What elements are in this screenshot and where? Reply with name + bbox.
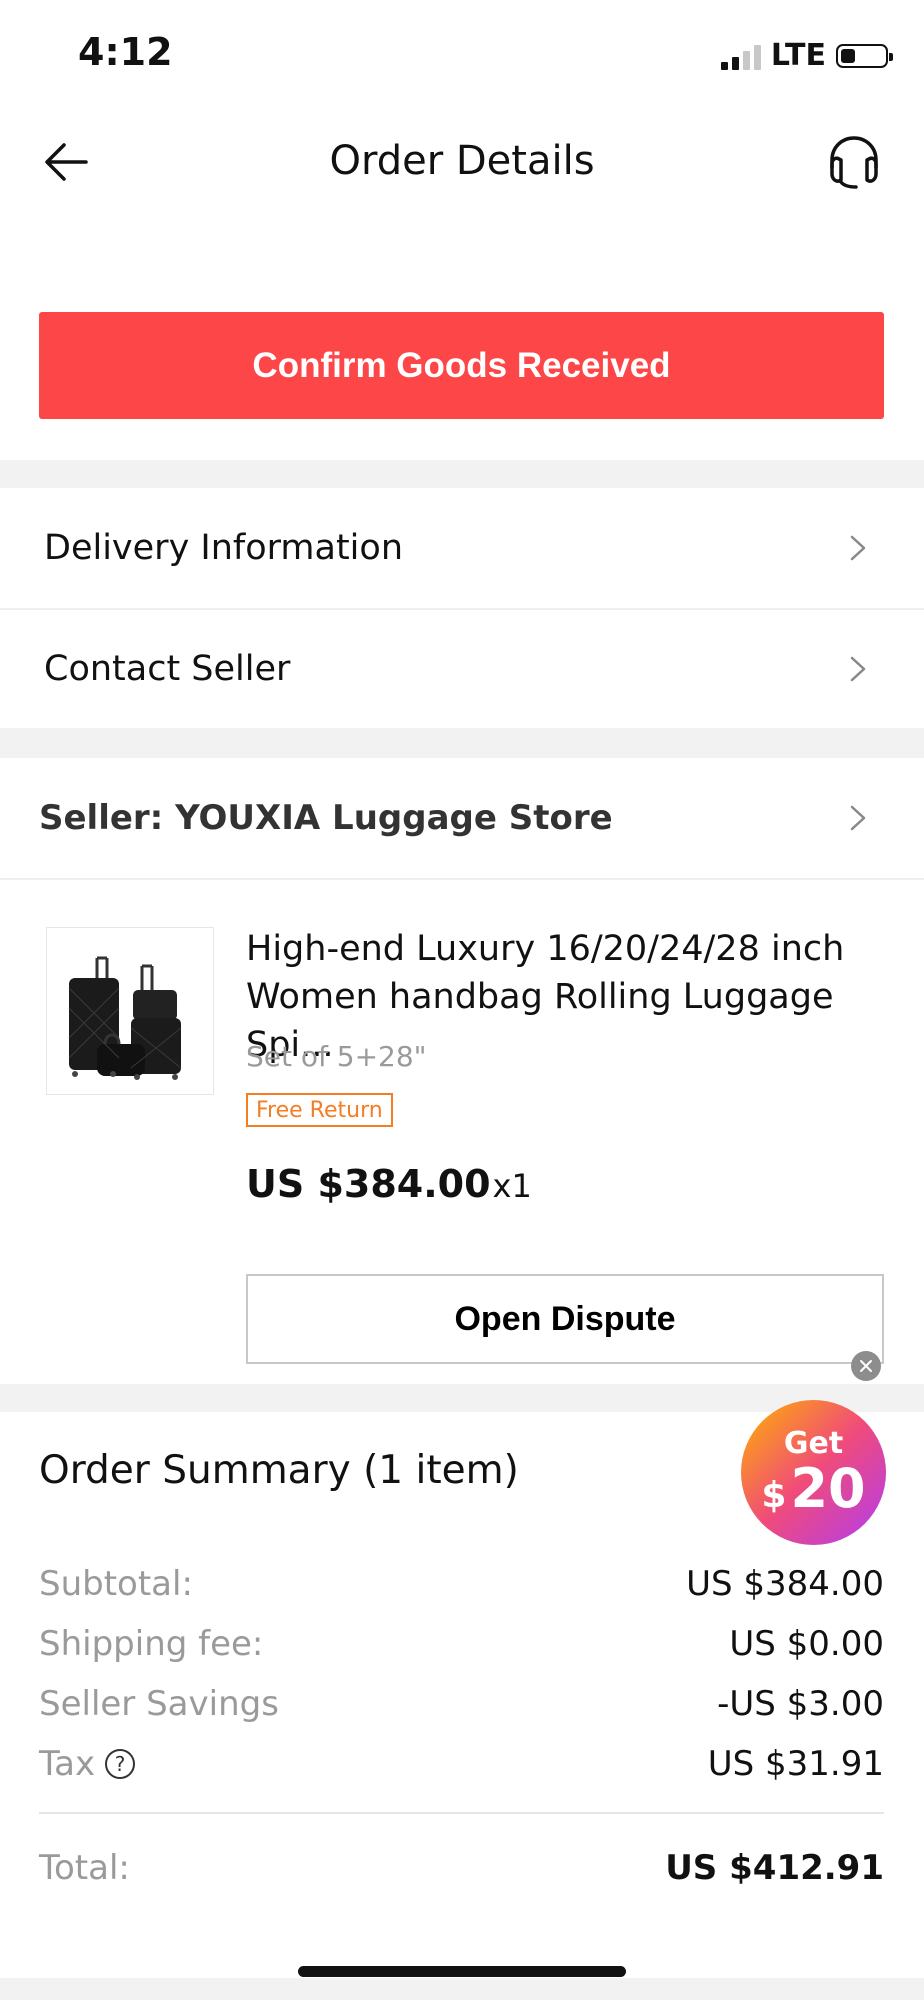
total-value: US $412.91 <box>665 1848 884 1888</box>
chevron-right-icon <box>850 805 866 831</box>
row-divider <box>0 878 924 880</box>
product-sku: Set of 5+28" <box>246 1040 427 1073</box>
section-separator <box>0 460 924 488</box>
product-price-line: US $384.00 x1 <box>246 1162 532 1206</box>
contact-seller-label: Contact Seller <box>44 649 291 689</box>
shipping-fee-label: Shipping fee: <box>39 1624 264 1664</box>
promo-close-button[interactable] <box>851 1351 881 1381</box>
shipping-fee-value: US $0.00 <box>729 1624 884 1664</box>
seller-savings-label: Seller Savings <box>39 1684 279 1724</box>
seller-savings-row: Seller Savings -US $3.00 <box>39 1680 884 1728</box>
delivery-information-row[interactable]: Delivery Information <box>0 488 924 608</box>
tax-value: US $31.91 <box>707 1744 884 1784</box>
subtotal-row: Subtotal: US $384.00 <box>39 1560 884 1608</box>
promo-amount: $ 20 <box>761 1457 865 1520</box>
page-title: Order Details <box>329 138 595 184</box>
open-dispute-button[interactable]: Open Dispute <box>246 1274 884 1364</box>
contact-seller-row[interactable]: Contact Seller <box>0 610 924 728</box>
home-indicator[interactable] <box>298 1966 626 1977</box>
tax-row: Tax ? US $31.91 <box>39 1740 884 1788</box>
promo-get-label: Get <box>783 1425 844 1461</box>
help-icon[interactable]: ? <box>105 1749 136 1779</box>
tax-label-group: Tax ? <box>39 1744 136 1784</box>
signal-icon <box>720 42 761 70</box>
luggage-image <box>47 928 213 1094</box>
delivery-information-label: Delivery Information <box>44 528 404 568</box>
order-summary-title: Order Summary (1 item) <box>39 1448 519 1493</box>
promo-currency: $ <box>761 1474 787 1516</box>
status-indicators: LTE <box>720 38 893 73</box>
summary-divider <box>39 1812 884 1814</box>
product-price: US $384.00 <box>246 1162 491 1206</box>
battery-icon <box>836 43 893 68</box>
network-label: LTE <box>770 38 826 73</box>
shipping-fee-row: Shipping fee: US $0.00 <box>39 1620 884 1668</box>
headset-icon <box>830 136 878 189</box>
free-return-badge: Free Return <box>246 1093 393 1127</box>
total-row: Total: US $412.91 <box>39 1842 884 1894</box>
bottom-separator <box>0 1978 924 2000</box>
chevron-right-icon <box>850 535 866 561</box>
customer-service-button[interactable] <box>822 130 886 194</box>
subtotal-label: Subtotal: <box>39 1564 193 1604</box>
coupon-promo-bubble[interactable]: Get $ 20 <box>741 1400 886 1545</box>
seller-name: Seller: YOUXIA Luggage Store <box>39 798 613 838</box>
status-time: 4:12 <box>78 30 173 74</box>
product-image[interactable] <box>46 927 214 1095</box>
tax-label: Tax <box>39 1744 96 1784</box>
promo-value: 20 <box>790 1456 866 1520</box>
chevron-right-icon <box>850 656 866 682</box>
seller-row[interactable]: Seller: YOUXIA Luggage Store <box>0 758 924 878</box>
close-icon <box>860 1360 872 1372</box>
total-label: Total: <box>39 1848 130 1888</box>
section-separator <box>0 728 924 758</box>
product-quantity: x1 <box>492 1167 532 1205</box>
confirm-goods-received-button[interactable]: Confirm Goods Received <box>39 312 884 419</box>
subtotal-value: US $384.00 <box>686 1564 884 1604</box>
seller-savings-value: -US $3.00 <box>717 1684 884 1724</box>
